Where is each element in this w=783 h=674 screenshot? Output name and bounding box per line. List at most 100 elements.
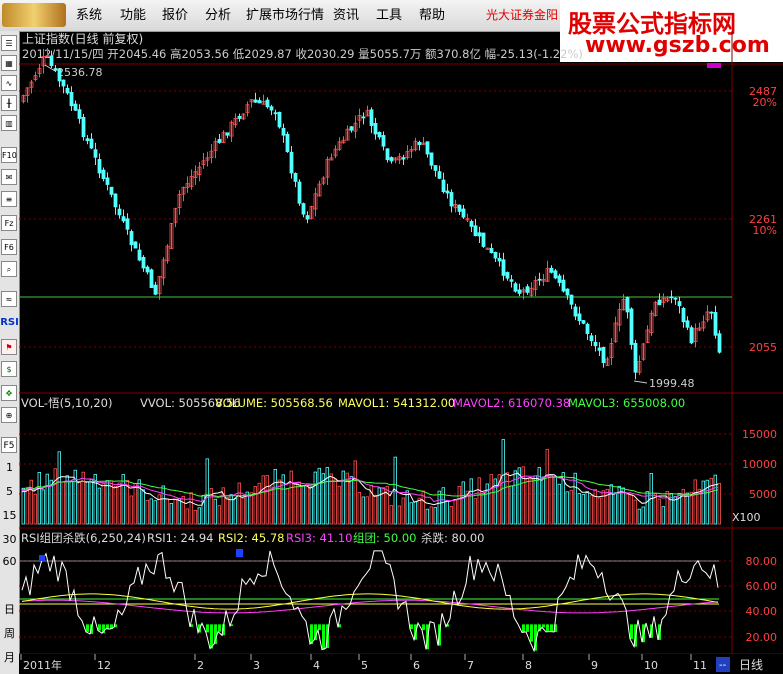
axis-20pct: 20% bbox=[753, 96, 777, 109]
candle-body bbox=[117, 208, 122, 216]
candle-body bbox=[673, 297, 678, 300]
menu-info[interactable]: 资讯 bbox=[333, 0, 359, 31]
list-icon[interactable]: ☰ bbox=[1, 35, 17, 51]
period-30[interactable]: 30 bbox=[0, 533, 19, 546]
line-chart-icon[interactable]: ∿ bbox=[1, 75, 17, 91]
volume-bar bbox=[353, 460, 357, 525]
f10-icon[interactable]: F10 bbox=[1, 147, 17, 163]
candle-icon[interactable]: ╫ bbox=[1, 95, 17, 111]
volume-bar bbox=[45, 473, 49, 525]
period-15[interactable]: 15 bbox=[0, 509, 19, 522]
nav-icon[interactable]: ✥ bbox=[1, 385, 17, 401]
candle-body bbox=[93, 149, 98, 158]
volume-bar bbox=[145, 499, 149, 525]
volume-bar bbox=[625, 493, 629, 525]
candle-body bbox=[389, 157, 394, 162]
news-icon[interactable]: ✉ bbox=[1, 169, 17, 185]
volume-bar bbox=[141, 489, 145, 525]
rsi-axis-20: 20.00 bbox=[746, 631, 778, 644]
period-5[interactable]: 5 bbox=[0, 485, 19, 498]
volume-bar bbox=[117, 482, 121, 525]
kill-value: 杀跌: 80.00 bbox=[421, 531, 484, 545]
price-quote: 2012/11/15/四 开2045.46 高2053.56 低2029.87 … bbox=[22, 47, 583, 61]
volume-bar bbox=[597, 497, 601, 525]
rsi-button[interactable]: RSI bbox=[0, 317, 19, 328]
menu-function[interactable]: 功能 bbox=[120, 0, 146, 31]
menu-help[interactable]: 帮助 bbox=[419, 0, 445, 31]
stock-chart[interactable]: 上证指数(日线 前复权) 2012/11/15/四 开2045.46 高2053… bbox=[19, 31, 783, 674]
zoom-icon[interactable]: ⊕ bbox=[1, 407, 17, 423]
menu-analysis[interactable]: 分析 bbox=[205, 0, 231, 31]
flag-icon[interactable]: ⚑ bbox=[1, 339, 17, 355]
volume-bar bbox=[389, 505, 393, 525]
candle-body bbox=[121, 216, 126, 222]
candle-body bbox=[297, 181, 302, 204]
rsi-kill-bar bbox=[422, 624, 425, 631]
period-month[interactable]: 月 bbox=[0, 649, 19, 665]
candle-body bbox=[133, 241, 138, 249]
volume-bar bbox=[313, 471, 317, 525]
grid-icon[interactable]: ▦ bbox=[1, 55, 17, 71]
volume-bar bbox=[333, 478, 337, 525]
volume-bar bbox=[61, 481, 65, 525]
candle-body bbox=[449, 192, 454, 207]
chart-grid bbox=[19, 31, 783, 674]
candle-body bbox=[569, 294, 574, 305]
fiz-icon[interactable]: Fz bbox=[1, 215, 17, 231]
candle-body bbox=[77, 109, 82, 119]
volume-bar bbox=[265, 475, 269, 525]
period-60[interactable]: 60 bbox=[0, 555, 19, 568]
f5-button[interactable]: F5 bbox=[1, 437, 17, 453]
rsi3-value: RSI3: 41.10 bbox=[286, 531, 352, 545]
volume-bar bbox=[105, 480, 109, 525]
menu-extended-market[interactable]: 扩展市场行情 bbox=[246, 0, 324, 31]
rsi-kill-bar bbox=[106, 624, 109, 629]
doc-icon[interactable]: ≡ bbox=[1, 191, 17, 207]
f6-icon[interactable]: F6 bbox=[1, 239, 17, 255]
period-day[interactable]: 日 bbox=[0, 601, 19, 617]
timeline-label: 10 bbox=[644, 659, 658, 672]
timeline-label: 7 bbox=[467, 659, 474, 672]
wave-icon[interactable]: ≈ bbox=[1, 291, 17, 307]
volume-bar bbox=[305, 483, 309, 525]
volume-bar bbox=[609, 484, 613, 525]
candle-body bbox=[97, 159, 102, 174]
rsi-kill-bar bbox=[630, 624, 633, 640]
volume-bar bbox=[529, 478, 533, 525]
period-week[interactable]: 周 bbox=[0, 625, 19, 641]
candle-body bbox=[493, 252, 498, 259]
candle-body bbox=[57, 68, 62, 82]
dollar-icon[interactable]: $ bbox=[1, 361, 17, 377]
candle-body bbox=[289, 151, 294, 174]
kline-icon[interactable]: ▥ bbox=[1, 115, 17, 131]
mavol3-value: MAVOL3: 655008.00 bbox=[568, 396, 685, 410]
candle-body bbox=[601, 346, 606, 363]
volume-bar bbox=[613, 492, 617, 525]
volume-bar bbox=[577, 493, 581, 525]
timeline-label: 12 bbox=[97, 659, 111, 672]
volume-bar bbox=[249, 492, 253, 525]
search-icon[interactable]: ⌕ bbox=[1, 261, 17, 277]
rsi-signal-marker bbox=[236, 549, 243, 557]
volume-bar bbox=[593, 489, 597, 525]
menu-system[interactable]: 系统 bbox=[76, 0, 102, 31]
volume-bar bbox=[717, 482, 721, 525]
candle-body bbox=[497, 258, 502, 262]
volume-bar bbox=[225, 497, 229, 525]
volume-bar bbox=[361, 496, 365, 525]
period-1[interactable]: 1 bbox=[0, 461, 19, 474]
menu-quote[interactable]: 报价 bbox=[162, 0, 188, 31]
candle-body bbox=[433, 165, 438, 171]
volume-bar bbox=[337, 485, 341, 525]
volume-bar bbox=[25, 486, 29, 525]
rsi-kill-bar bbox=[522, 624, 525, 633]
menu-tools[interactable]: 工具 bbox=[376, 0, 402, 31]
volume-bar bbox=[37, 471, 41, 525]
candle-body bbox=[537, 278, 542, 281]
volume-bar bbox=[233, 498, 237, 525]
candle-body bbox=[709, 311, 714, 314]
timeline-mode[interactable]: 日线 bbox=[739, 658, 763, 672]
volume-label: VOL-悟(5,10,20) bbox=[21, 396, 112, 410]
volume-bar bbox=[205, 458, 209, 525]
volume-bar bbox=[557, 483, 561, 525]
